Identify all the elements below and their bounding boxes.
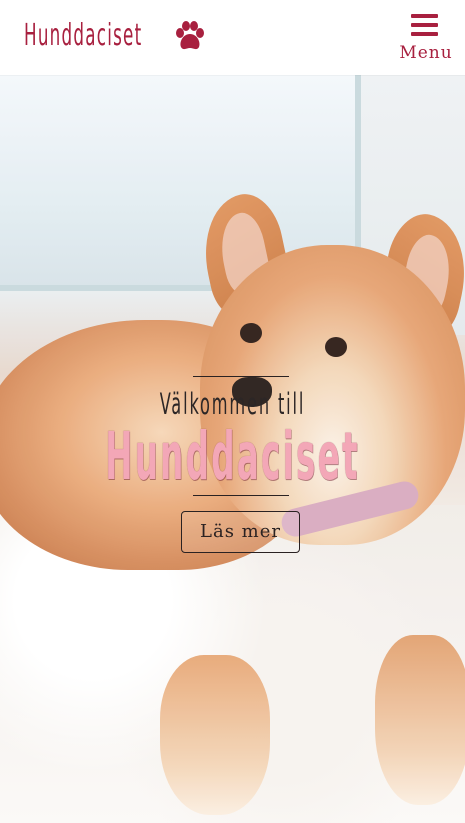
paw-icon	[176, 21, 204, 50]
logo-text: Hunddaciset	[24, 18, 143, 53]
read-more-button[interactable]: Läs mer	[181, 511, 300, 553]
hamburger-icon	[411, 14, 438, 41]
divider-bottom	[193, 495, 289, 496]
menu-label: Menu	[399, 43, 453, 63]
divider-top	[193, 376, 289, 377]
welcome-text: Välkommen till	[159, 387, 306, 421]
site-header: Hunddaciset Menu	[0, 0, 465, 75]
hero-title: Hunddaciset	[105, 418, 360, 495]
menu-button[interactable]: Menu	[396, 10, 456, 66]
site-logo[interactable]: Hunddaciset	[24, 18, 204, 53]
